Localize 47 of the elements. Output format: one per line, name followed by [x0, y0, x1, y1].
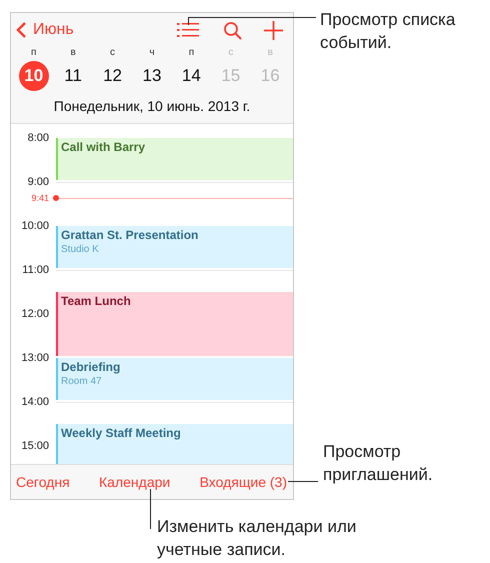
event-title: Grattan St. Presentation [61, 228, 198, 242]
date-button[interactable]: 14 [176, 61, 206, 91]
leader-line [150, 489, 151, 529]
event-block[interactable]: Call with Barry [56, 138, 293, 180]
toolbar-button[interactable]: Входящие (3) [200, 474, 287, 490]
date-button[interactable]: 12 [98, 61, 128, 91]
hour-label: 9:00 [26, 175, 49, 189]
hour-label: 14:00 [20, 395, 49, 409]
event-title: Call with Barry [61, 140, 146, 154]
event-block[interactable]: Grattan St. Presentation Studio K [56, 226, 293, 268]
hour-label: 15:00 [20, 439, 49, 453]
leader-line [288, 481, 318, 482]
date-button[interactable]: 11 [58, 61, 88, 91]
hour-label: 8:00 [26, 131, 49, 145]
weekday-label: п [31, 47, 36, 60]
chevron-left-icon[interactable] [16, 21, 27, 39]
callout-text: Просмотр приглашений. [323, 441, 434, 486]
callout-text: Просмотр списка событий. [320, 9, 456, 54]
toolbar-button[interactable]: Сегодня [16, 474, 70, 490]
weekday-label: в [268, 47, 273, 60]
search-icon[interactable] [223, 20, 242, 40]
hour-label: 10:00 [20, 219, 49, 233]
event-block[interactable]: Weekly Staff Meeting [56, 424, 293, 464]
date-button[interactable]: 10 [18, 61, 49, 91]
weekday-label: в [70, 47, 76, 60]
event-block[interactable]: Team Lunch [56, 292, 293, 356]
hour-label: 11:00 [21, 263, 49, 277]
weekday-label: с [228, 47, 234, 60]
date-button[interactable]: 13 [136, 61, 167, 91]
event-block[interactable]: Debriefing Room 47 [56, 358, 293, 400]
event-location: Studio K [61, 244, 100, 255]
event-title: Team Lunch [61, 294, 131, 308]
event-title: Debriefing [61, 360, 120, 374]
callout-text: Изменить календари или учетные записи. [157, 516, 358, 561]
event-title: Weekly Staff Meeting [61, 426, 181, 440]
weekday-label: ч [149, 47, 155, 60]
weekday-label: с [110, 47, 116, 60]
toolbar-button[interactable]: Календари [99, 474, 170, 490]
current-time-label: 9:41 [30, 193, 49, 203]
list-icon[interactable] [177, 22, 199, 38]
hour-label: 12:00 [20, 307, 49, 321]
event-location: Room 47 [61, 376, 103, 387]
back-button[interactable]: Июнь [16, 21, 74, 39]
selected-date: Понедельник, 10 июнь. 2013 г. [52, 98, 252, 114]
plus-icon[interactable] [264, 20, 283, 40]
weekday-label: п [188, 47, 194, 60]
hour-label: 13:00 [20, 351, 49, 365]
